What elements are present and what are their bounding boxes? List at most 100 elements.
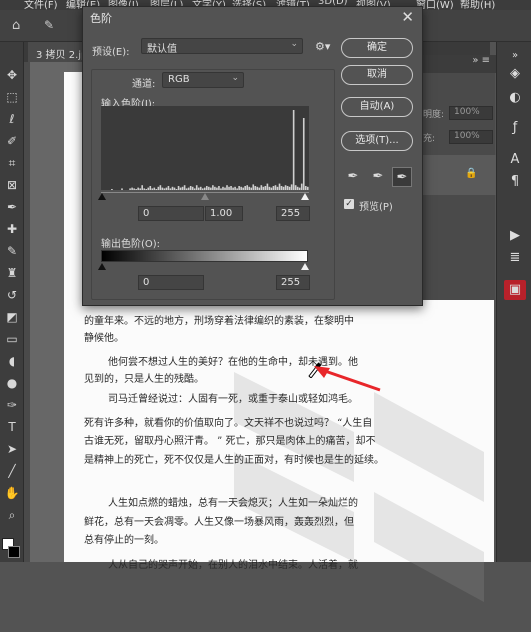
line-tool-icon[interactable]: ╱: [2, 462, 22, 480]
output-black-field[interactable]: 0: [138, 275, 204, 290]
dialog-title-bar[interactable]: 色阶 ✕: [83, 7, 422, 27]
histogram-bar: [242, 187, 244, 190]
home-icon[interactable]: ⌂: [12, 18, 20, 33]
input-white-field[interactable]: 255: [276, 206, 310, 221]
histogram-bar: [306, 186, 309, 190]
quick-select-tool-icon[interactable]: ✐: [2, 132, 22, 150]
histogram-bar: [248, 186, 251, 190]
paragraph-icon[interactable]: ¶: [504, 172, 526, 192]
frame-tool-icon[interactable]: ⊠: [2, 176, 22, 194]
levels-icon[interactable]: ▣: [504, 280, 526, 300]
histogram-bar: [165, 187, 168, 190]
histogram-bar: [222, 186, 224, 190]
path-select-icon[interactable]: ➤: [2, 440, 22, 458]
histogram-bar: [181, 186, 184, 190]
histogram-bar: [143, 188, 146, 190]
input-black-field[interactable]: 0: [138, 206, 204, 221]
layers-icon[interactable]: ◈: [504, 64, 526, 84]
blur-tool-icon[interactable]: ◖: [2, 352, 22, 370]
lasso-tool-icon[interactable]: ℓ: [2, 110, 22, 128]
input-gamma-slider[interactable]: [201, 193, 209, 200]
adjustments-icon[interactable]: ◐: [504, 88, 526, 108]
histogram-bar: [201, 188, 204, 190]
histogram-bar: [193, 188, 196, 190]
output-black-slider[interactable]: [98, 263, 106, 270]
gradient-tool-icon[interactable]: ▭: [2, 330, 22, 348]
histogram-bar: [159, 185, 162, 190]
input-white-point-slider[interactable]: [301, 193, 309, 200]
histogram-bar: [212, 185, 214, 190]
histogram-bar: [157, 186, 160, 190]
eyedropper-icon[interactable]: ✒: [2, 198, 22, 216]
dialog-title: 色阶: [90, 12, 112, 25]
hand-tool-icon[interactable]: ✋: [2, 484, 22, 502]
menu-item[interactable]: 文件(F): [24, 0, 58, 10]
panel-collapse-icon[interactable]: » ≡: [421, 55, 496, 73]
preview-checkbox[interactable]: ✓: [344, 199, 354, 209]
body-line: 鲜花，总有一天会凋零。人生又像一场暴风雨，轰轰烈烈，但: [84, 517, 354, 528]
crop-tool-icon[interactable]: ⌗: [2, 154, 22, 172]
histogram-bar: [163, 188, 166, 190]
histogram-bar: [141, 185, 144, 190]
histogram-bar: [296, 186, 299, 190]
histogram-bar: [220, 188, 222, 190]
history-brush-icon[interactable]: ↺: [2, 286, 22, 304]
histogram-bar: [258, 187, 261, 190]
histogram-bar: [203, 187, 206, 190]
preset-value: 默认值: [147, 44, 177, 55]
histogram-bar: [189, 186, 192, 190]
body-line: 人从自己的哭声开始，在别人的泪水中结束。人活着，就: [108, 560, 358, 571]
fill-field[interactable]: 100%: [449, 130, 493, 144]
brush-tool-icon[interactable]: ✎: [2, 242, 22, 260]
close-icon[interactable]: ✕: [401, 8, 414, 26]
pen-tool-icon[interactable]: ✑: [2, 396, 22, 414]
histogram-bar: [246, 185, 249, 190]
input-gamma-field[interactable]: 1.00: [205, 206, 243, 221]
cancel-button[interactable]: 取消: [341, 65, 413, 85]
zoom-tool-icon[interactable]: ⌕: [2, 506, 22, 524]
layer-row[interactable]: 🔒: [421, 155, 496, 195]
preset-select[interactable]: 默认值 ⌄: [141, 38, 303, 55]
eraser-tool-icon[interactable]: ◩: [2, 308, 22, 326]
levels-dialog: 色阶 ✕ 预设(E): 默认值 ⌄ ⚙▾ 通道: RGB ⌄ 输入色阶(I): …: [82, 6, 423, 306]
body-line: 见到的，只是人生的残酷。: [84, 374, 204, 385]
type-tool-icon[interactable]: T: [2, 418, 22, 436]
eyedropper-tool-icon[interactable]: ✎: [44, 18, 54, 32]
character-icon[interactable]: A: [504, 150, 526, 170]
histogram-bar: [185, 188, 188, 190]
histogram-bar: [280, 186, 283, 190]
histogram-bar: [206, 186, 208, 190]
marquee-tool-icon[interactable]: ⬚: [2, 88, 22, 106]
histogram-bar: [252, 184, 255, 190]
opacity-field[interactable]: 100%: [449, 106, 493, 120]
glyphs-icon[interactable]: ≣: [504, 248, 526, 268]
dodge-tool-icon[interactable]: ●: [2, 374, 22, 392]
menu-item[interactable]: 帮助(H): [460, 0, 495, 10]
fx-icon[interactable]: ƒ: [504, 118, 526, 138]
gray-point-eyedropper-icon[interactable]: ✒: [368, 167, 388, 187]
output-levels-label: 输出色阶(O):: [101, 239, 161, 250]
ok-button[interactable]: 确定: [341, 38, 413, 58]
output-white-field[interactable]: 255: [276, 275, 310, 290]
histogram-bar: [274, 185, 277, 190]
histogram-bar: [131, 187, 133, 190]
play-icon[interactable]: ▶: [504, 226, 526, 246]
move-tool-icon[interactable]: ✥: [2, 66, 22, 84]
healing-brush-icon[interactable]: ✚: [2, 220, 22, 238]
auto-button[interactable]: 自动(A): [341, 97, 413, 117]
output-white-slider[interactable]: [301, 263, 309, 270]
histogram-bar: [256, 186, 259, 190]
stamp-tool-icon[interactable]: ♜: [2, 264, 22, 282]
options-button[interactable]: 选项(T)...: [341, 131, 413, 151]
body-line: 死有许多种，就看你的价值取向了。文天祥不也说过吗？ “人生自: [84, 418, 373, 429]
white-point-eyedropper-icon[interactable]: ✒: [392, 167, 412, 187]
input-black-point-slider[interactable]: [98, 193, 106, 200]
histogram-bar: [266, 183, 269, 190]
collapse-icon[interactable]: »: [504, 46, 526, 66]
histogram-bar: [199, 186, 202, 190]
background-color-swatch[interactable]: [8, 546, 20, 558]
preset-options-gear-icon[interactable]: ⚙▾: [315, 40, 330, 53]
black-point-eyedropper-icon[interactable]: ✒: [343, 167, 363, 187]
histogram-bar: [208, 186, 210, 190]
histogram-graph: [111, 110, 309, 190]
